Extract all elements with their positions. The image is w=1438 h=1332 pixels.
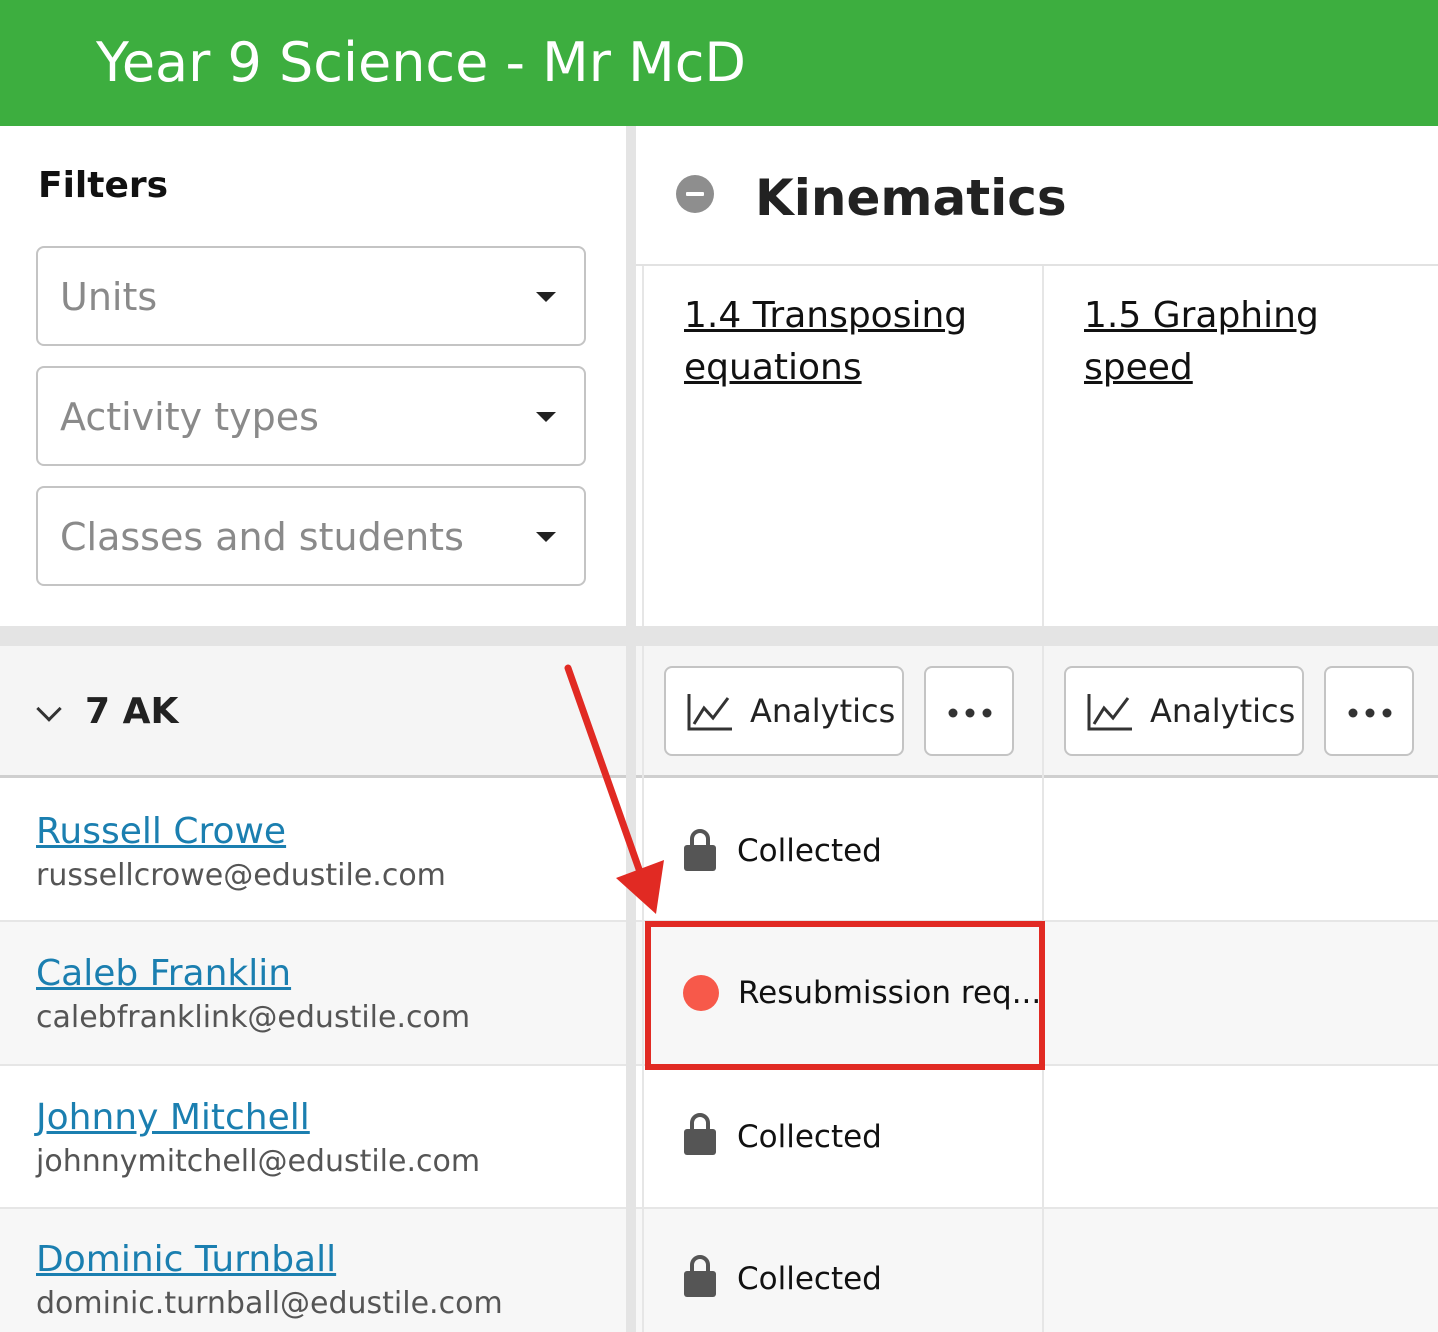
- submission-status[interactable]: Collected: [737, 831, 882, 871]
- analytics-button[interactable]: Analytics: [1064, 666, 1304, 756]
- gradebook-page: Year 9 Science - Mr McD Filters Units Ac…: [0, 0, 1438, 1332]
- dropdown-caret-icon: [536, 532, 556, 542]
- analytics-button[interactable]: Analytics: [664, 666, 904, 756]
- student-name-link[interactable]: Caleb Franklin: [36, 952, 291, 996]
- class-group-name[interactable]: 7 AK: [85, 690, 178, 734]
- line-chart-icon: [1087, 694, 1132, 731]
- unit-title: Kinematics: [755, 169, 1067, 227]
- dropdown-caret-icon: [536, 292, 556, 302]
- divider: [642, 266, 644, 626]
- analytics-button-label: Analytics: [1150, 692, 1296, 730]
- lock-icon: [684, 829, 716, 871]
- classes-students-filter-placeholder: Classes and students: [60, 515, 464, 559]
- filters-heading: Filters: [38, 165, 169, 206]
- submission-status[interactable]: Collected: [737, 1259, 882, 1299]
- lock-icon: [684, 1113, 716, 1155]
- more-dots-icon: [1348, 708, 1392, 718]
- student-email: johnnymitchell@edustile.com: [36, 1144, 481, 1179]
- submission-status[interactable]: Collected: [737, 1117, 882, 1157]
- top-header-bar: Year 9 Science - Mr McD: [0, 0, 1438, 126]
- section-divider: [0, 626, 1438, 646]
- units-filter-select[interactable]: Units: [36, 246, 586, 346]
- activity-types-filter-select[interactable]: Activity types: [36, 366, 586, 466]
- more-options-button[interactable]: [924, 666, 1014, 756]
- student-name-link[interactable]: Russell Crowe: [36, 810, 286, 854]
- analytics-button-label: Analytics: [750, 692, 896, 730]
- student-name-link[interactable]: Dominic Turnball: [36, 1238, 336, 1282]
- classes-students-filter-select[interactable]: Classes and students: [36, 486, 586, 586]
- annotation-highlight-box: [645, 921, 1045, 1070]
- divider: [636, 264, 1438, 266]
- panel-divider: [626, 126, 636, 1332]
- student-email: dominic.turnball@edustile.com: [36, 1286, 503, 1321]
- units-filter-placeholder: Units: [60, 275, 158, 319]
- student-email: russellcrowe@edustile.com: [36, 858, 446, 893]
- more-options-button[interactable]: [1324, 666, 1414, 756]
- line-chart-icon: [687, 694, 732, 731]
- divider: [1042, 266, 1044, 626]
- divider: [0, 1207, 1438, 1209]
- dropdown-caret-icon: [536, 412, 556, 422]
- activity-types-filter-placeholder: Activity types: [60, 395, 319, 439]
- lock-icon: [684, 1255, 716, 1297]
- divider: [642, 646, 644, 1332]
- activity-link-graphing-speed[interactable]: 1.5 Graphing speed: [1084, 290, 1404, 394]
- more-dots-icon: [948, 708, 992, 718]
- student-name-link[interactable]: Johnny Mitchell: [36, 1096, 310, 1140]
- student-email: calebfranklink@edustile.com: [36, 1000, 471, 1035]
- collapse-unit-icon[interactable]: [676, 175, 714, 213]
- page-title: Year 9 Science - Mr McD: [96, 31, 746, 94]
- activity-link-transposing-equations[interactable]: 1.4 Transposing equations: [684, 290, 1004, 394]
